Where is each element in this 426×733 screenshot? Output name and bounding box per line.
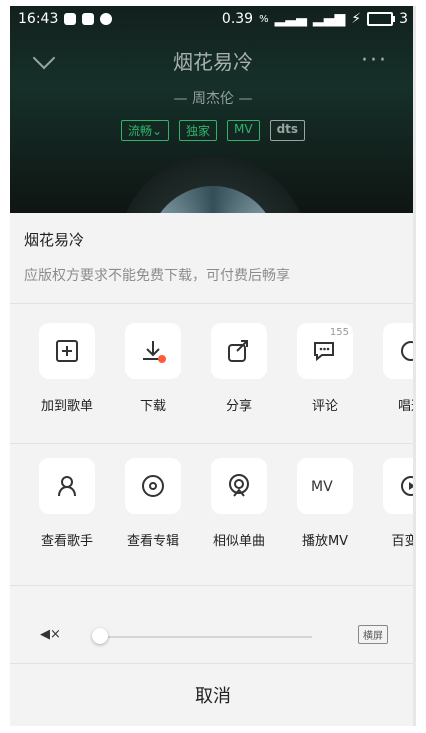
- network-speed: 0.39: [221, 11, 254, 27]
- variety-play-icon: [383, 458, 416, 514]
- download-label: 下载: [139, 399, 166, 414]
- variety-play-label: 百变播: [391, 534, 416, 549]
- play-mv-button[interactable]: MV 播放MV: [282, 458, 368, 549]
- view-album-button[interactable]: 查看专辑: [110, 458, 196, 549]
- sing-icon: [383, 323, 416, 379]
- player-header: 16:43 0.39 % ▂▃▄ ▂▄▆ ⚡ 3 烟花易冷 ··· — 周杰伦 …: [10, 6, 416, 346]
- action-row-1: 加到歌单 下载 分享 155 评论 唱: [10, 323, 416, 443]
- view-album-label: 查看专辑: [126, 534, 179, 549]
- add-to-playlist-button[interactable]: 加到歌单: [24, 323, 110, 414]
- divider: [10, 443, 416, 444]
- comment-button[interactable]: 155 评论: [282, 323, 368, 414]
- action-row-2: 查看歌手 查看专辑 相似单曲 MV 播放MV 百变: [10, 458, 416, 578]
- notification-icon: [64, 13, 77, 25]
- sing-label: 唱这: [397, 399, 416, 414]
- add-to-playlist-label: 加到歌单: [40, 399, 93, 414]
- download-button[interactable]: 下载: [110, 323, 196, 414]
- network-unit: %: [259, 13, 269, 25]
- tag-exclusive: 独家: [179, 120, 218, 141]
- action-sheet: 烟花易冷 应版权方要求不能免费下载，可付费后畅享 加到歌单 下载 分享 155 …: [10, 213, 416, 726]
- divider: [10, 663, 416, 664]
- download-icon: [125, 323, 181, 379]
- landscape-button[interactable]: 横屏: [358, 625, 388, 644]
- status-time: 16:43: [18, 11, 59, 27]
- copyright-notice: 应版权方要求不能免费下载，可付费后畅享: [24, 268, 290, 284]
- variety-play-button[interactable]: 百变播: [368, 458, 416, 549]
- divider: [10, 303, 416, 304]
- share-icon: [211, 323, 267, 379]
- singer-name: — 周杰伦 —: [173, 91, 253, 107]
- more-options-icon[interactable]: ···: [361, 48, 388, 73]
- comment-label: 评论: [311, 399, 338, 414]
- tag-mv[interactable]: MV: [227, 120, 260, 141]
- status-bar: 16:43 0.39 % ▂▃▄ ▂▄▆ ⚡ 3: [10, 6, 416, 34]
- album-icon: [125, 458, 181, 514]
- mv-icon: MV: [297, 458, 353, 514]
- volume-bar: ◀× 横屏: [10, 613, 416, 661]
- song-title: 烟花易冷: [173, 50, 253, 74]
- mute-icon[interactable]: ◀×: [40, 627, 61, 642]
- signal-icon: ▂▃▄: [274, 11, 307, 27]
- volume-slider-track[interactable]: [96, 636, 312, 638]
- app-frame: 16:43 0.39 % ▂▃▄ ▂▄▆ ⚡ 3 烟花易冷 ··· — 周杰伦 …: [10, 6, 416, 726]
- tag-quality[interactable]: 流畅⌄: [120, 120, 170, 141]
- cancel-button[interactable]: 取消: [10, 668, 416, 726]
- view-singer-button[interactable]: 查看歌手: [24, 458, 110, 549]
- volume-slider-knob[interactable]: [92, 628, 108, 644]
- add-to-playlist-icon: [39, 323, 95, 379]
- battery-level: 3: [399, 11, 408, 27]
- share-label: 分享: [225, 399, 252, 414]
- singer-icon: [39, 458, 95, 514]
- edge-shadow: [413, 6, 416, 726]
- sheet-song-title: 烟花易冷: [24, 231, 85, 249]
- share-button[interactable]: 分享: [196, 323, 282, 414]
- quality-tags: 流畅⌄ 独家 MV dts: [10, 120, 416, 141]
- sing-button[interactable]: 唱这: [368, 323, 416, 414]
- comment-icon: 155: [297, 323, 353, 379]
- similar-songs-label: 相似单曲: [212, 534, 265, 549]
- similar-songs-icon: [211, 458, 267, 514]
- play-mv-label: 播放MV: [301, 534, 349, 549]
- battery-icon: [367, 12, 396, 26]
- view-singer-label: 查看歌手: [40, 534, 93, 549]
- charging-icon: ⚡: [351, 11, 362, 27]
- divider: [10, 585, 416, 586]
- svg-text:MV: MV: [311, 479, 333, 495]
- similar-songs-button[interactable]: 相似单曲: [196, 458, 282, 549]
- tag-dts[interactable]: dts: [269, 120, 306, 141]
- signal-icon-2: ▂▄▆: [312, 11, 346, 27]
- app-icon: [100, 13, 113, 25]
- media-icon: [82, 13, 95, 25]
